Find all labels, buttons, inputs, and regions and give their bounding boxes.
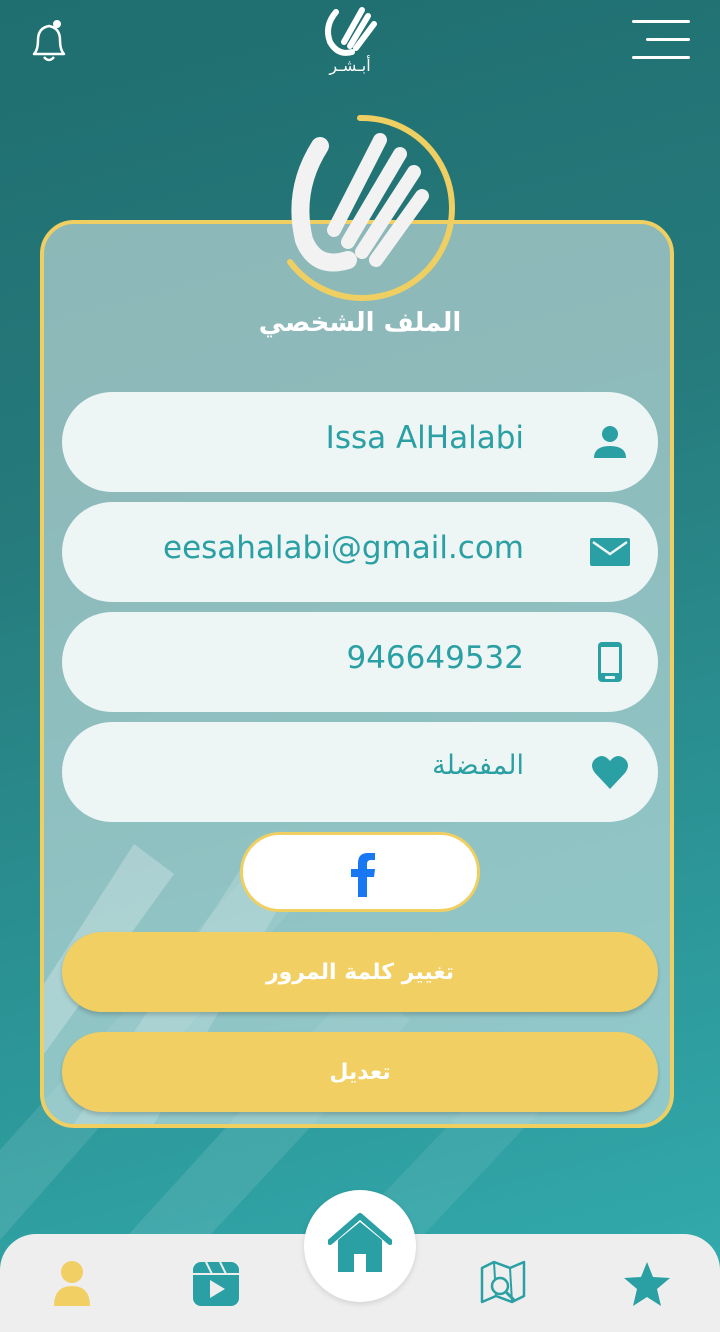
favorites-field[interactable]: المفضلة: [62, 722, 658, 822]
map-search-icon[interactable]: [480, 1260, 528, 1310]
video-icon[interactable]: [192, 1260, 240, 1308]
favorites-label: المفضلة: [432, 750, 524, 781]
brand-name: أبـشـر: [329, 56, 371, 75]
mobile-phone-icon: [598, 642, 622, 682]
person-icon: [594, 426, 626, 458]
star-icon[interactable]: [622, 1260, 672, 1308]
profile-icon[interactable]: [52, 1260, 92, 1308]
facebook-icon: [351, 853, 375, 897]
phone-field[interactable]: 946649532: [62, 612, 658, 712]
heart-icon: [592, 755, 628, 789]
hamburger-menu-icon[interactable]: [630, 18, 692, 62]
email-value: eesahalabi@gmail.com: [163, 530, 524, 566]
home-icon: [328, 1213, 392, 1272]
facebook-button[interactable]: [240, 832, 480, 912]
edit-button[interactable]: تعديل: [62, 1032, 658, 1112]
home-button[interactable]: [304, 1190, 416, 1302]
change-password-button[interactable]: تغيير كلمة المرور: [62, 932, 658, 1012]
top-bar: أبـشـر: [0, 0, 720, 95]
bell-icon[interactable]: [22, 16, 76, 66]
abshir-logo-icon: [325, 7, 377, 56]
name-value: Issa AlHalabi: [325, 420, 524, 456]
email-field[interactable]: eesahalabi@gmail.com: [62, 502, 658, 602]
envelope-icon: [590, 538, 630, 566]
profile-logo-icon: [287, 114, 455, 301]
phone-value: 946649532: [346, 640, 524, 676]
name-field[interactable]: Issa AlHalabi: [62, 392, 658, 492]
page-title: الملف الشخصي: [258, 308, 462, 338]
